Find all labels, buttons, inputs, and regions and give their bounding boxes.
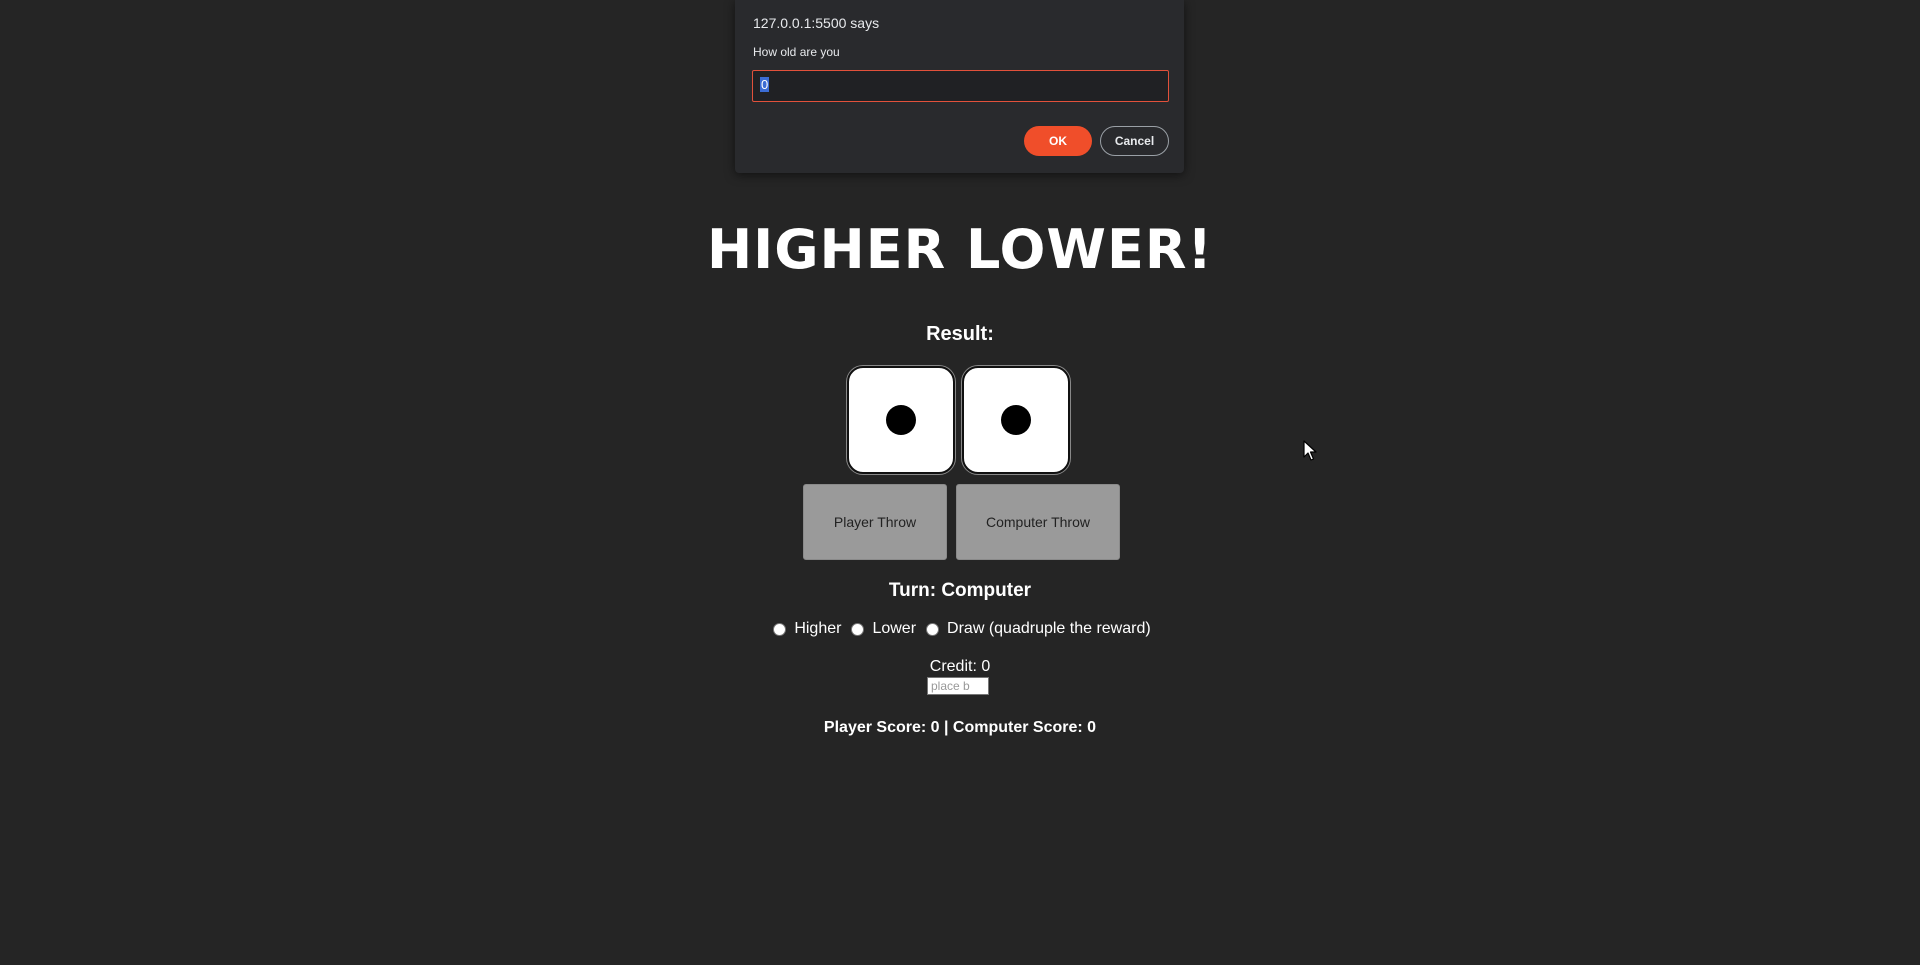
throw-buttons: Player Throw Computer Throw xyxy=(803,484,1120,560)
prompt-dialog: 127.0.0.1:5500 says How old are you 0 OK… xyxy=(735,0,1184,173)
dialog-input-field[interactable]: 0 xyxy=(752,70,1169,102)
turn-indicator: Turn: Computer xyxy=(888,580,1032,601)
guess-options: Higher Lower Draw (quadruple the reward) xyxy=(0,620,1920,638)
ok-button[interactable]: OK xyxy=(1024,126,1092,156)
computer-die xyxy=(962,366,1070,474)
dice-area xyxy=(847,366,1070,474)
option-higher[interactable]: Higher xyxy=(769,620,841,638)
option-draw[interactable]: Draw (quadruple the reward) xyxy=(922,620,1151,638)
die-pip xyxy=(1001,405,1031,435)
result-label: Result: xyxy=(926,323,994,345)
dialog-origin: 127.0.0.1:5500 says xyxy=(753,15,880,31)
computer-throw-button[interactable]: Computer Throw xyxy=(956,484,1120,560)
dialog-message: How old are you xyxy=(753,45,840,59)
draw-label: Draw (quadruple the reward) xyxy=(947,620,1151,637)
bet-input[interactable]: place b xyxy=(927,677,989,695)
higher-label: Higher xyxy=(794,620,842,637)
option-lower[interactable]: Lower xyxy=(847,620,916,638)
score-display: Player Score: 0 | Computer Score: 0 xyxy=(823,719,1097,736)
credit-display: Credit: 0 xyxy=(929,658,991,675)
page-title: HIGHER LOWER! xyxy=(706,218,1214,281)
mouse-cursor-icon xyxy=(1303,440,1317,461)
cancel-button[interactable]: Cancel xyxy=(1100,126,1169,156)
page: HIGHER LOWER! Result: Player Throw Compu… xyxy=(0,0,1920,965)
lower-radio[interactable] xyxy=(851,622,865,636)
player-throw-button[interactable]: Player Throw xyxy=(803,484,947,560)
player-die xyxy=(847,366,955,474)
draw-radio[interactable] xyxy=(926,622,940,636)
higher-radio[interactable] xyxy=(773,622,787,636)
dialog-input-value: 0 xyxy=(760,77,770,92)
lower-label: Lower xyxy=(872,620,917,637)
die-pip xyxy=(886,405,916,435)
